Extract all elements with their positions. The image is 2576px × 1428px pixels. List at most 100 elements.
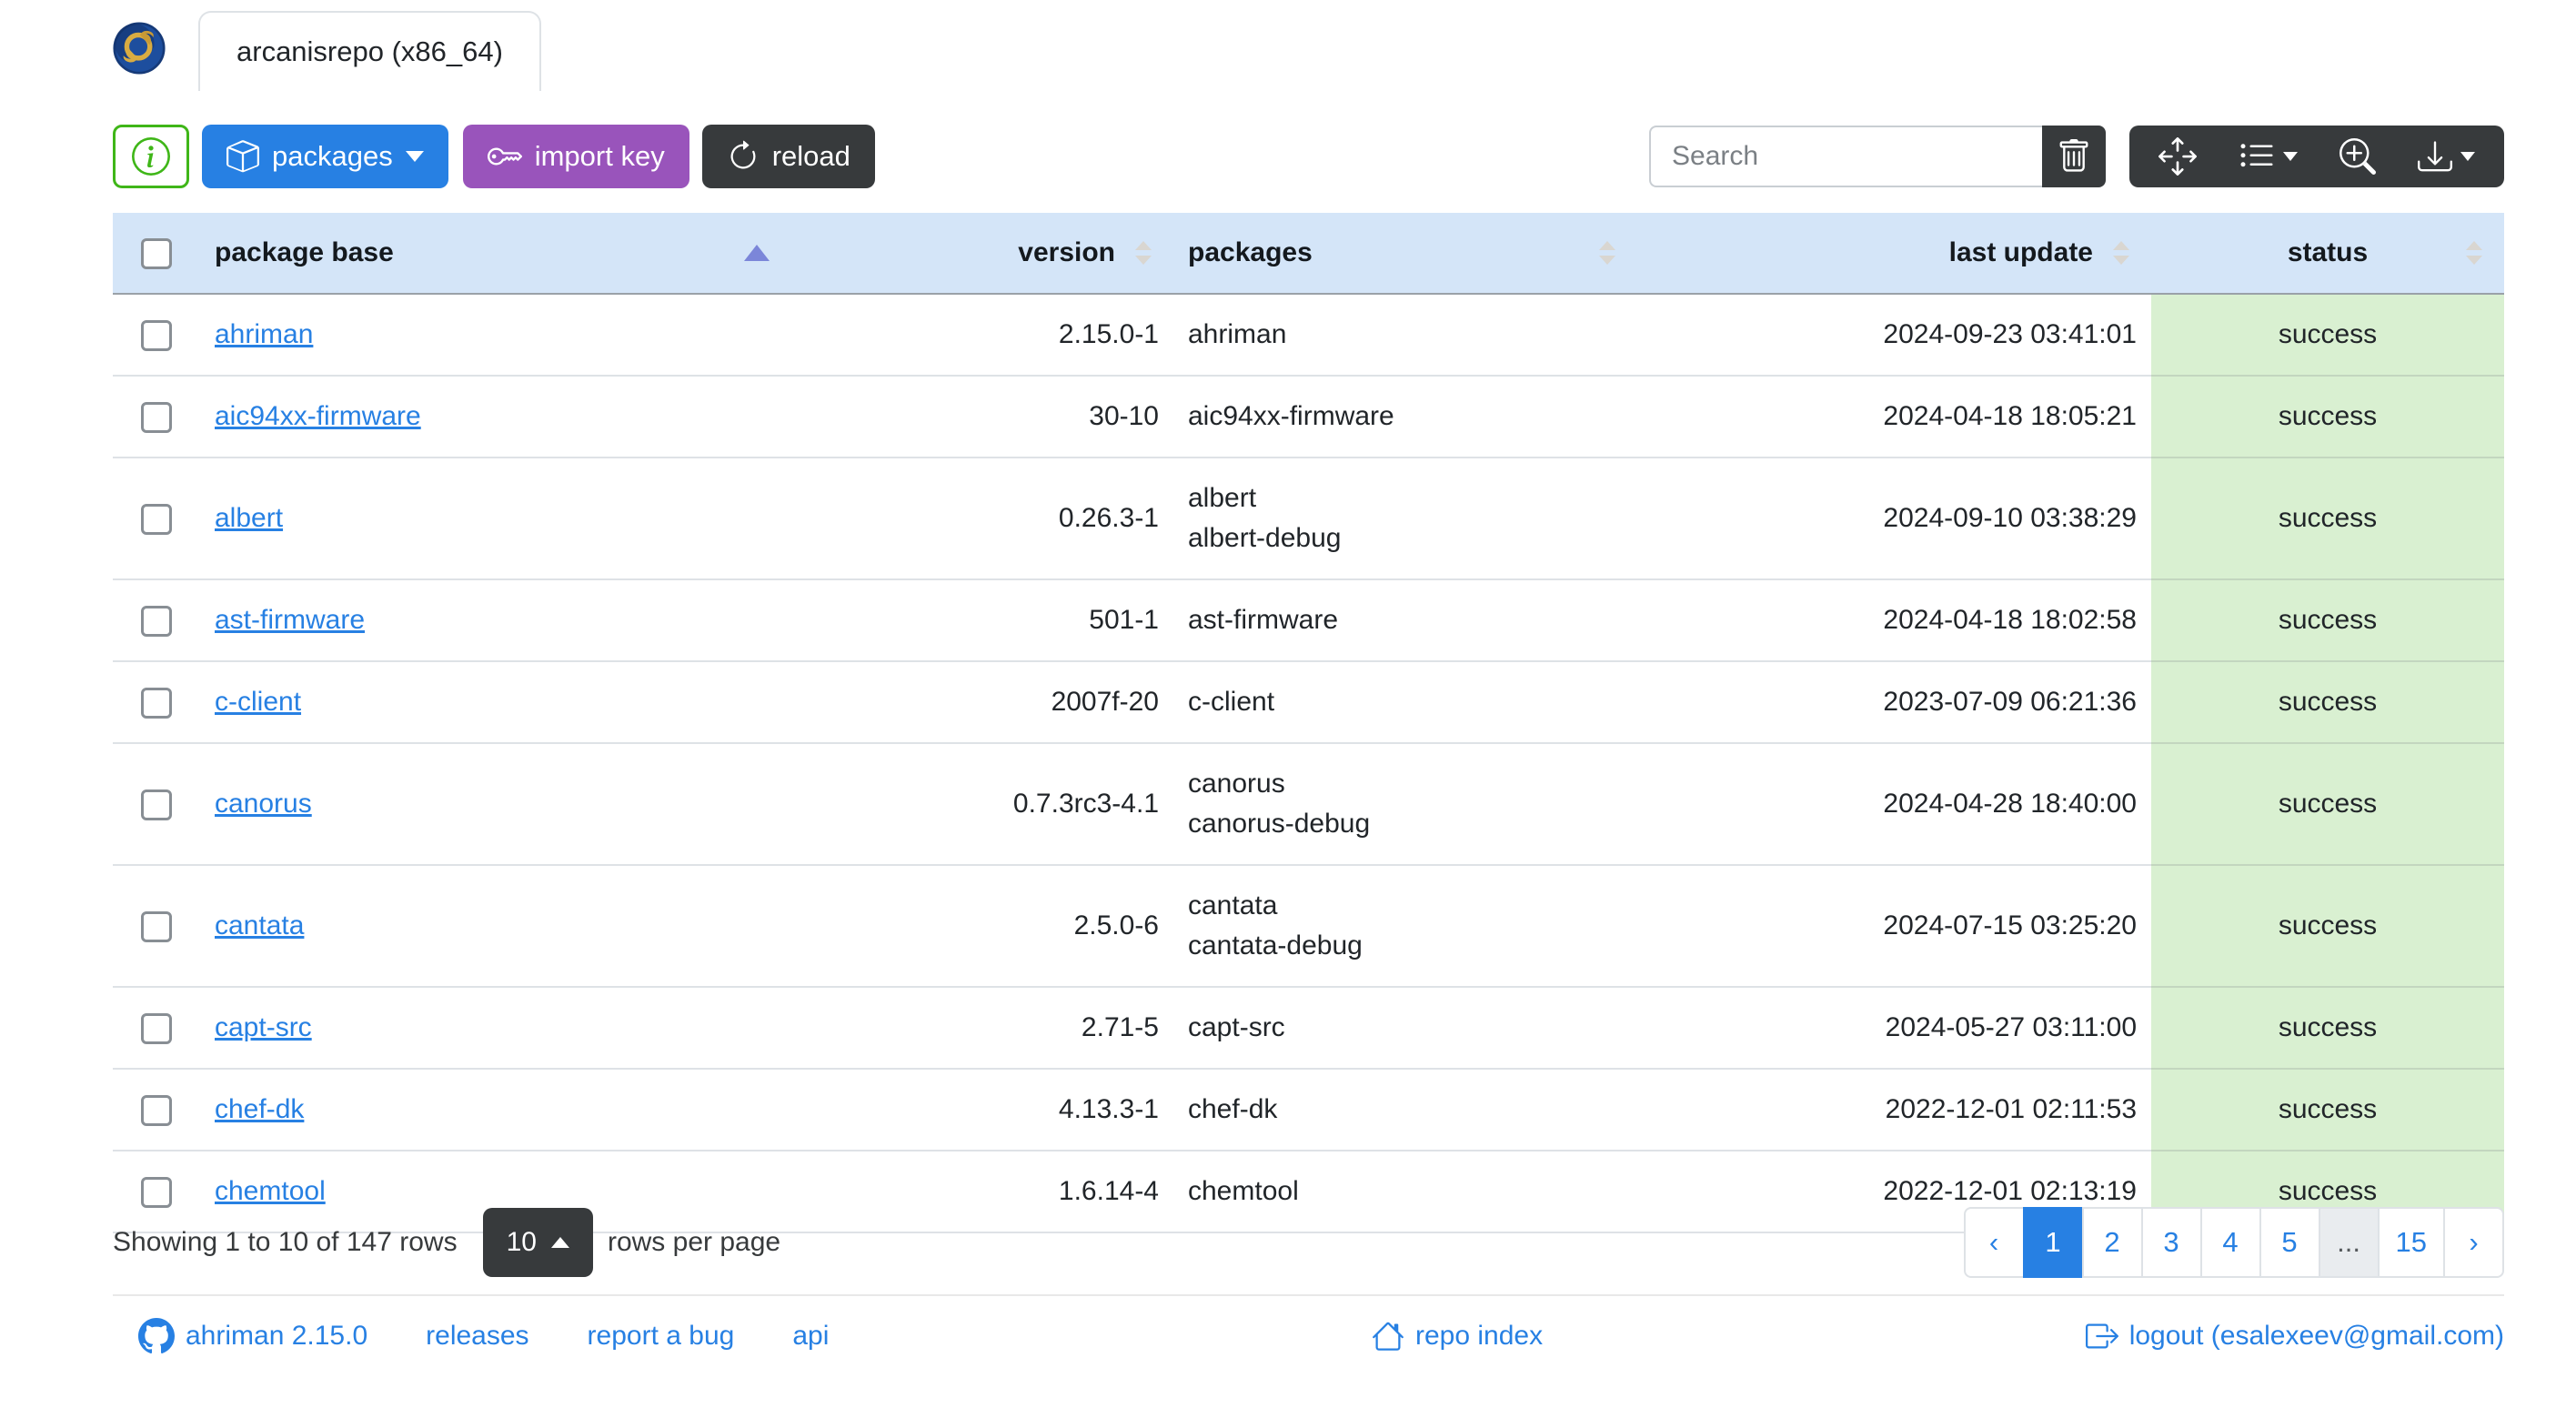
import-key-button[interactable]: import key xyxy=(462,125,689,188)
sort-both-icon xyxy=(2466,241,2482,265)
app-logo xyxy=(113,22,166,75)
package-base-link[interactable]: ast-firmware xyxy=(215,605,365,635)
toggle-search-button[interactable] xyxy=(2340,138,2376,175)
version-cell: 2.5.0-6 xyxy=(819,865,1173,988)
row-checkbox[interactable] xyxy=(141,1013,172,1045)
page-button-2[interactable]: 2 xyxy=(2081,1207,2143,1278)
table-footer: Showing 1 to 10 of 147 rows 10 rows per … xyxy=(113,1204,2504,1281)
caret-down-icon xyxy=(405,151,424,162)
package-base-link[interactable]: chemtool xyxy=(215,1176,326,1206)
packages-cell: capt-src xyxy=(1173,987,1637,1070)
caret-down-icon xyxy=(2283,152,2298,161)
package-name: aic94xx-firmware xyxy=(1188,401,1394,431)
page-button-15[interactable]: 15 xyxy=(2377,1207,2445,1278)
report-bug-link[interactable]: report a bug xyxy=(588,1321,735,1352)
row-checkbox[interactable] xyxy=(141,789,172,821)
clear-search-button[interactable] xyxy=(2042,126,2106,187)
fullscreen-button[interactable] xyxy=(2158,137,2197,176)
version-cell: 2.15.0-1 xyxy=(819,294,1173,377)
version-cell: 2007f-20 xyxy=(819,661,1173,744)
row-checkbox[interactable] xyxy=(141,911,172,943)
packages-dropdown-button[interactable]: packages xyxy=(202,125,448,188)
column-header-package-base[interactable]: package base xyxy=(200,213,819,295)
page-button-1[interactable]: 1 xyxy=(2022,1207,2084,1278)
row-checkbox[interactable] xyxy=(141,688,172,719)
status-badge: success xyxy=(2151,987,2504,1070)
export-dropdown-button[interactable] xyxy=(2418,139,2475,174)
caret-up-icon xyxy=(550,1237,569,1248)
info-button[interactable] xyxy=(113,125,189,188)
column-header-packages[interactable]: packages xyxy=(1173,213,1637,295)
status-badge: success xyxy=(2151,743,2504,866)
column-header-last-update[interactable]: last update xyxy=(1637,213,2151,295)
reload-icon xyxy=(730,140,756,169)
package-name: albert-debug xyxy=(1188,523,1342,553)
package-name: c-client xyxy=(1188,687,1275,717)
package-base-link[interactable]: capt-src xyxy=(215,1012,312,1042)
last-update-cell: 2024-07-15 03:25:20 xyxy=(1637,865,2151,988)
package-base-link[interactable]: c-client xyxy=(215,687,301,717)
page-button-4[interactable]: 4 xyxy=(2199,1207,2261,1278)
search-group xyxy=(1649,126,2106,187)
rows-per-page-label: rows per page xyxy=(607,1227,781,1257)
previous-page-button[interactable]: ‹ xyxy=(1963,1207,2025,1278)
package-name: capt-src xyxy=(1188,1012,1285,1042)
page-button-3[interactable]: 3 xyxy=(2140,1207,2202,1278)
package-base-link[interactable]: ahriman xyxy=(215,319,313,349)
table-row: albert 0.26.3-1 albert albert-debug 2024-09-… xyxy=(113,458,2504,580)
releases-link[interactable]: releases xyxy=(426,1321,528,1352)
package-base-link[interactable]: chef-dk xyxy=(215,1094,304,1124)
table-header-row: package base version packages last updat… xyxy=(113,213,2504,295)
row-checkbox[interactable] xyxy=(141,1177,172,1209)
version-cell: 4.13.3-1 xyxy=(819,1069,1173,1151)
package-base-link[interactable]: albert xyxy=(215,503,283,533)
version-cell: 501-1 xyxy=(819,579,1173,662)
trash-icon xyxy=(2059,139,2088,172)
row-checkbox[interactable] xyxy=(141,402,172,434)
logout-link[interactable]: logout (esalexeev@gmail.com) xyxy=(2085,1320,2504,1353)
list-icon xyxy=(2240,144,2273,167)
row-checkbox[interactable] xyxy=(141,1095,172,1127)
reload-button-label: reload xyxy=(771,140,850,172)
column-header-status[interactable]: status xyxy=(2151,213,2504,295)
packages-cell: canorus canorus-debug xyxy=(1173,743,1637,866)
table-row: ast-firmware 501-1 ast-firmware 2024-04-18 … xyxy=(113,579,2504,662)
column-header-version[interactable]: version xyxy=(819,213,1173,295)
repo-tab[interactable]: arcanisrepo (x86_64) xyxy=(198,11,541,91)
last-update-cell: 2024-04-28 18:40:00 xyxy=(1637,743,2151,866)
row-checkbox[interactable] xyxy=(141,504,172,536)
api-link[interactable]: api xyxy=(792,1321,829,1352)
package-base-link[interactable]: canorus xyxy=(215,789,312,819)
page-button-5[interactable]: 5 xyxy=(2259,1207,2320,1278)
repo-tab-label: arcanisrepo (x86_64) xyxy=(236,35,503,67)
page-ellipsis[interactable]: ... xyxy=(2318,1207,2380,1278)
search-input[interactable] xyxy=(1649,126,2042,187)
package-base-link[interactable]: cantata xyxy=(215,910,304,940)
repo-index-link[interactable]: repo index xyxy=(1372,1320,1543,1353)
version-cell: 0.7.3rc3-4.1 xyxy=(819,743,1173,866)
package-base-link[interactable]: aic94xx-firmware xyxy=(215,401,421,431)
status-badge: success xyxy=(2151,294,2504,377)
reload-button[interactable]: reload xyxy=(701,125,875,188)
packages-cell: chef-dk xyxy=(1173,1069,1637,1151)
columns-dropdown-button[interactable] xyxy=(2239,138,2298,175)
row-checkbox[interactable] xyxy=(141,320,172,352)
select-all-checkbox[interactable] xyxy=(141,237,172,269)
toolbar: packages import key reload xyxy=(113,125,2504,188)
github-icon xyxy=(138,1318,175,1354)
version-link[interactable]: ahriman 2.15.0 xyxy=(138,1318,367,1354)
next-page-button[interactable]: › xyxy=(2443,1207,2504,1278)
arrows-move-icon xyxy=(2158,137,2197,176)
package-name: ast-firmware xyxy=(1188,605,1339,635)
logout-icon xyxy=(2085,1323,2118,1349)
page-footer: ahriman 2.15.0 releases report a bug api… xyxy=(113,1294,2504,1354)
row-checkbox[interactable] xyxy=(141,606,172,638)
zoom-in-icon xyxy=(2340,138,2376,175)
status-badge: success xyxy=(2151,579,2504,662)
pagination: ‹ 1 2 3 4 5... 15 › xyxy=(1963,1207,2504,1278)
page-size-dropdown[interactable]: 10 xyxy=(482,1208,593,1277)
last-update-cell: 2024-04-18 18:05:21 xyxy=(1637,376,2151,458)
packages-cell: c-client xyxy=(1173,661,1637,744)
package-name: cantata xyxy=(1188,890,1278,920)
caret-down-icon xyxy=(2460,152,2475,161)
